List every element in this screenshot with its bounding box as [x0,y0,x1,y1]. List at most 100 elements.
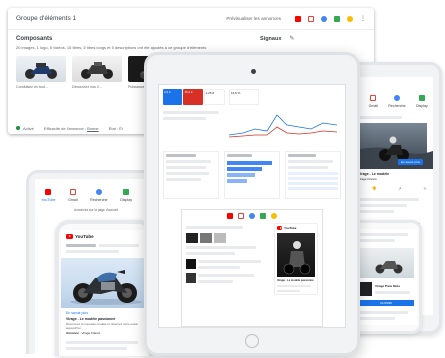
tab-label: Display [120,198,132,202]
mobile-preview-caption: Virage - Le modèle passionné [277,279,314,282]
components-title: Composants [16,36,53,42]
motorcycle-image [81,62,113,79]
video-ad-image[interactable] [61,258,147,308]
placement-note: Annonces sur la page d'accueil [73,208,119,212]
google-search-icon[interactable] [321,15,327,22]
state-label: État : [108,126,119,131]
tab-gmail[interactable]: Gmail [68,189,78,202]
asset-thumb[interactable]: Conduisez en tout... [16,56,66,89]
insights-row [159,151,345,199]
left-channel-tabs: YouTube Gmail Recherche Display Dé [35,179,157,202]
asset-thumb-caption: Découvrez nos 2... [72,85,102,89]
video-caption-title: Virage - Le modèle [358,172,390,176]
components-description: 20 images, 1 logo, 5 vidéos, 15 titres, … [16,45,207,50]
tab-search[interactable]: Recherche [388,95,406,108]
status-state: État : Él [109,126,123,131]
youtube-logo: YouTube [66,234,142,239]
youtube-icon[interactable] [295,15,301,22]
gmail-icon[interactable] [308,15,314,22]
panel-footer: Activé Efficacité de l'annonce : Bonne É… [16,126,123,131]
display-icon[interactable] [260,213,266,219]
asset-thumb[interactable]: Découvrez nos 2... [72,56,122,89]
insight-card[interactable] [163,151,219,199]
camera-icon [251,69,256,74]
youtube-play-icon [277,226,282,230]
preview-ads-link[interactable]: Prévisualiser les annonces [226,16,281,21]
signals-title: Signaux [260,36,282,42]
left-phone-screen: YouTube En savoir plus Virage - Le modèl… [61,230,147,356]
center-tablet-screen: 2,5 k 15,2 k 2,25 € 14,6 % YouTube Virag… [158,84,346,328]
ad-description: Découvrez le nouveau modèle et réservez … [66,322,138,330]
cta-button[interactable]: En savoir plus [398,159,423,165]
motorcycle-image [25,63,57,79]
ad-learn-more[interactable]: En savoir plus [66,311,142,315]
asset-thumb-caption: Conduisez en tout... [16,85,48,89]
tab-youtube[interactable]: YouTube [41,189,55,202]
right-phone-screen: Virage Piste Moto OUVRIR [355,229,417,325]
discover-icon[interactable] [271,213,277,219]
save-icon[interactable]: ＋ [423,186,427,192]
youtube-icon[interactable] [227,213,233,219]
display-icon[interactable] [334,15,340,22]
discover-icon[interactable] [347,15,353,22]
tab-gmail[interactable]: Gmail [369,95,378,108]
ad-title: Virage - Le modèle passionné [66,317,116,321]
gmail-icon[interactable] [238,213,244,219]
rider-photo [277,233,315,277]
kpi-card[interactable]: 2,25 € [203,89,225,105]
youtube-wordmark: YouTube [284,226,297,230]
channel-icons: ⋮ [295,15,366,22]
home-button-icon[interactable] [245,334,259,348]
tab-label: Gmail [368,104,378,108]
tab-search[interactable]: Recherche [90,189,108,202]
left-phone: YouTube En savoir plus Virage - Le modèl… [55,220,153,356]
ad-badge: Annonce [66,331,79,335]
youtube-logo: YouTube [277,226,315,230]
preview-channel-icons [182,210,322,219]
tab-label: Recherche [388,104,406,108]
tab-label: YouTube [41,198,56,202]
mobile-preview[interactable]: YouTube Virage - Le modèle passionné [274,223,318,295]
panel-header: Groupe d'éléments 1 Prévisualiser les an… [8,8,374,30]
motorcycle-image [375,261,403,274]
tab-display[interactable]: Display [120,189,132,202]
ad-strength-label: Efficacité de l'annonce : [43,126,86,131]
ad-brand: Annonce · Virage France [66,331,101,335]
state-value: Él [119,126,123,131]
center-tablet: 2,5 k 15,2 k 2,25 € 14,6 % YouTube Virag… [144,52,360,356]
edit-pencil-icon[interactable]: ✎ [289,36,294,42]
line-chart [229,114,337,138]
performance-chart: 14,6 % [229,89,341,141]
share-icon[interactable]: ↗ [398,186,401,192]
asset-group-title: Groupe d'éléments 1 [16,15,77,22]
right-phone-ad-image[interactable] [358,248,414,278]
status-indicator: Activé [16,126,34,131]
right-phone: Virage Piste Moto OUVRIR [350,220,422,334]
kpi-card[interactable]: 15,2 k [183,89,203,105]
ad-brand-name: Virage France [81,331,101,335]
status-dot-icon [16,126,20,130]
youtube-play-icon [66,234,73,239]
performance-overview: 2,5 k 15,2 k 2,25 € 14,6 % [159,85,345,145]
more-options-icon[interactable]: ⋮ [360,16,366,22]
ad-strength-value[interactable]: Bonne [87,126,99,131]
open-button[interactable]: OUVRIR [358,300,414,306]
ad-preview-window: YouTube Virage - Le modèle passionné [181,209,323,327]
right-phone-ad-title: Virage Piste Moto [375,284,401,288]
rider-image [283,241,311,275]
kpi-card[interactable]: 14,6 % [229,89,259,105]
video-caption-brand: Virage France [358,177,377,181]
kpi-card[interactable]: 2,5 k [163,89,183,105]
tab-label: Gmail [68,198,78,202]
series-line-blue [229,114,337,136]
youtube-wordmark: YouTube [75,234,94,239]
tab-label: Display [416,104,428,108]
tab-display[interactable]: Display [416,95,428,108]
insight-card[interactable] [224,151,280,199]
motorcycle-image [70,270,142,305]
google-search-icon[interactable] [249,213,255,219]
insight-card[interactable] [285,151,341,199]
kpi-cards: 2,5 k 15,2 k 2,25 € [163,89,225,105]
dislike-icon[interactable]: 👎 [372,186,377,192]
status-text: Activé [23,126,34,131]
